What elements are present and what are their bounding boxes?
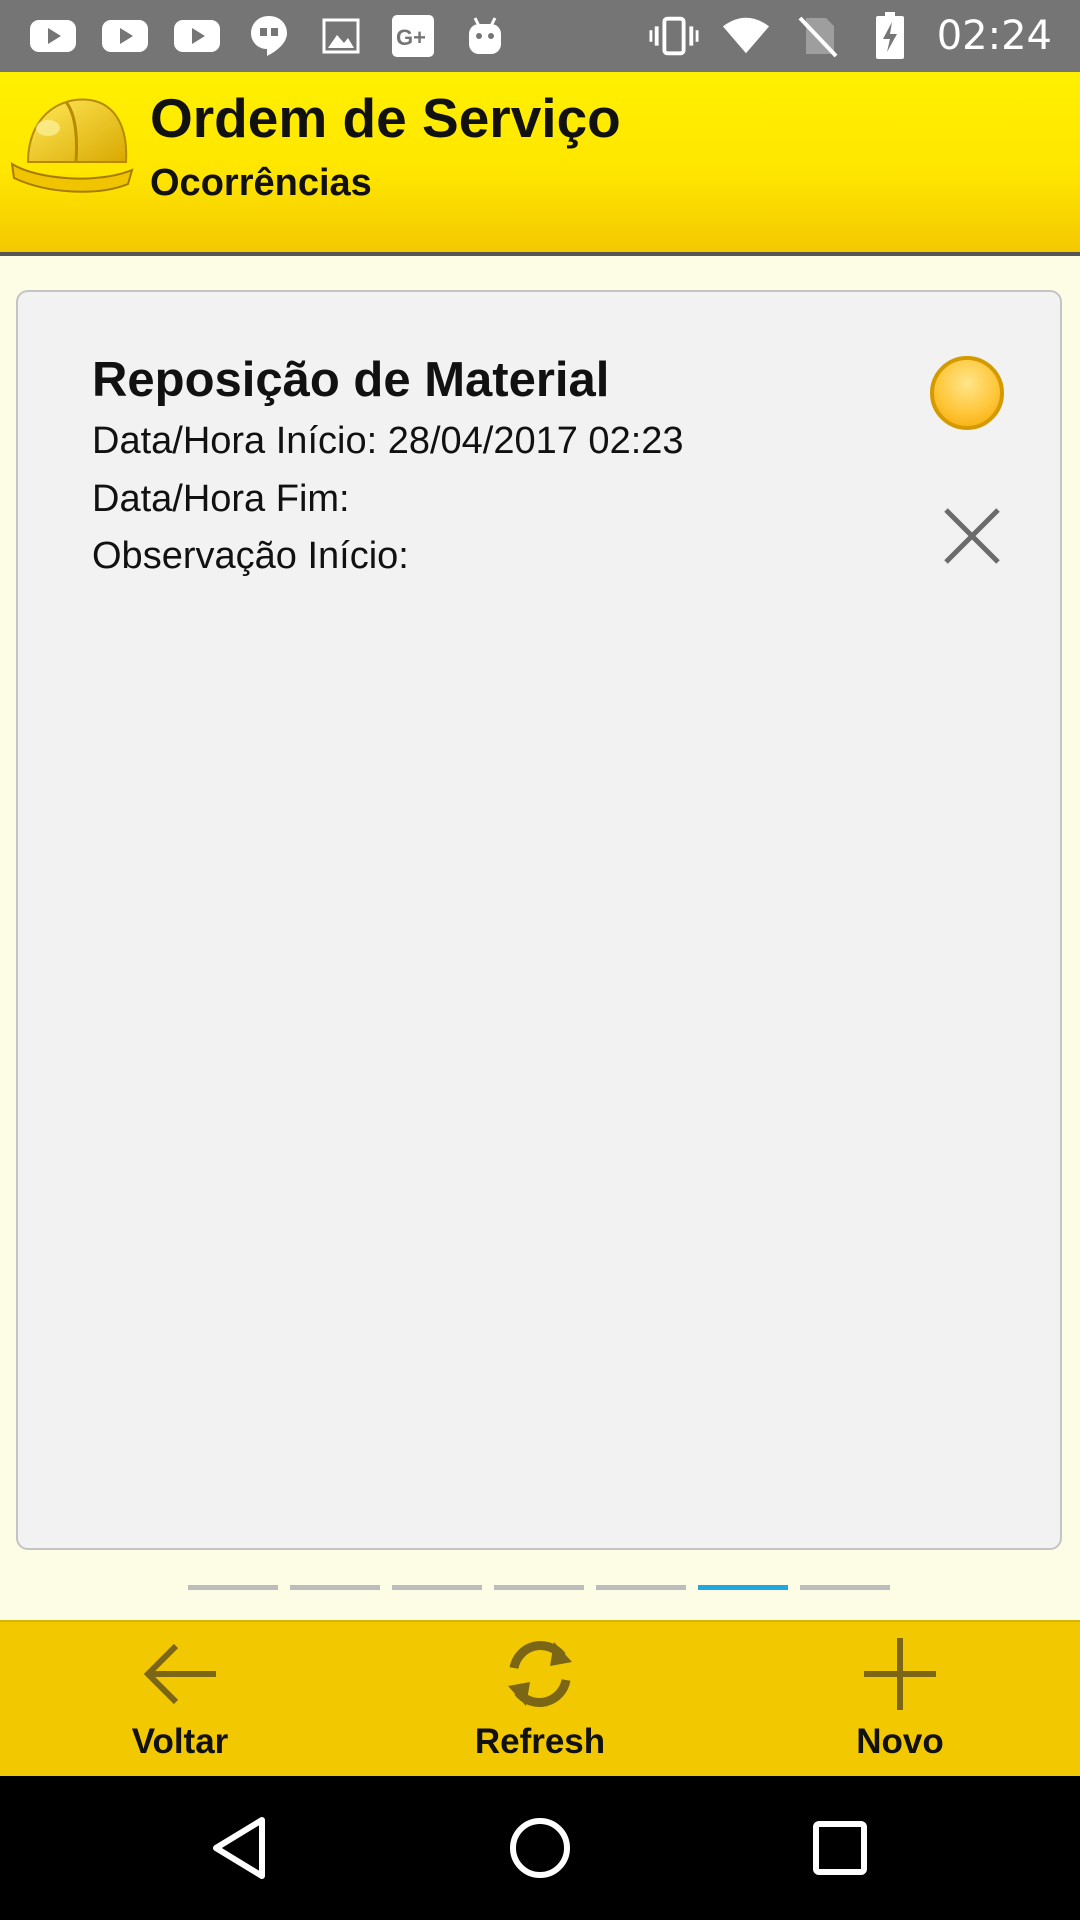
start-observation: Observação Início:: [92, 535, 409, 577]
start-datetime: Data/Hora Início: 28/04/2017 02:23: [92, 420, 684, 462]
card-title: Reposição de Material: [92, 353, 610, 407]
page-dot: [188, 1585, 278, 1590]
clock: 02:24: [936, 13, 1052, 59]
refresh-label: Refresh: [474, 1722, 606, 1761]
youtube-icon: [172, 14, 222, 58]
page-subtitle: Ocorrências: [150, 162, 372, 204]
page-dot-active: [698, 1585, 788, 1590]
back-button[interactable]: Voltar: [70, 1622, 290, 1778]
occurrence-card[interactable]: Reposição de Material Data/Hora Início: …: [16, 290, 1062, 1550]
navigation-bar: [0, 1776, 1080, 1920]
app-header: Ordem de Serviço Ocorrências: [0, 72, 1080, 256]
back-label: Voltar: [131, 1722, 229, 1761]
new-button[interactable]: Novo: [790, 1622, 1010, 1778]
bottom-toolbar: Voltar Refresh Novo: [0, 1620, 1080, 1778]
refresh-button[interactable]: Refresh: [430, 1622, 650, 1778]
google-plus-icon: G+: [388, 14, 438, 58]
end-datetime: Data/Hora Fim:: [92, 478, 350, 520]
hangouts-icon: [244, 14, 294, 58]
arrow-left-icon: [143, 1643, 216, 1705]
page-dot: [392, 1585, 482, 1590]
page-dot: [290, 1585, 380, 1590]
refresh-icon: [508, 1641, 572, 1707]
wifi-icon: [721, 14, 771, 58]
home-nav-icon[interactable]: [504, 1812, 576, 1884]
no-sim-icon: [793, 14, 843, 58]
youtube-icon: [100, 14, 150, 58]
status-bar: G+ 02:24: [0, 0, 1080, 72]
page-title: Ordem de Serviço: [150, 87, 621, 149]
system-icons: 02:24: [649, 8, 1052, 64]
page-indicator: [188, 1585, 890, 1590]
android-icon: [460, 14, 510, 58]
page-dot: [494, 1585, 584, 1590]
vibrate-icon: [649, 14, 699, 58]
youtube-icon: [28, 14, 78, 58]
new-label: Novo: [856, 1722, 944, 1761]
close-icon[interactable]: [942, 506, 1002, 566]
plus-icon: [864, 1638, 936, 1710]
status-indicator: [930, 356, 1004, 430]
image-icon: [316, 14, 366, 58]
page-dot: [800, 1585, 890, 1590]
svg-text:G+: G+: [396, 25, 426, 50]
recents-nav-icon[interactable]: [804, 1812, 876, 1884]
hard-hat-icon: [10, 98, 134, 193]
battery-charging-icon: [865, 12, 915, 59]
page-dot: [596, 1585, 686, 1590]
notification-icons: G+: [28, 14, 510, 58]
back-nav-icon[interactable]: [204, 1812, 276, 1884]
